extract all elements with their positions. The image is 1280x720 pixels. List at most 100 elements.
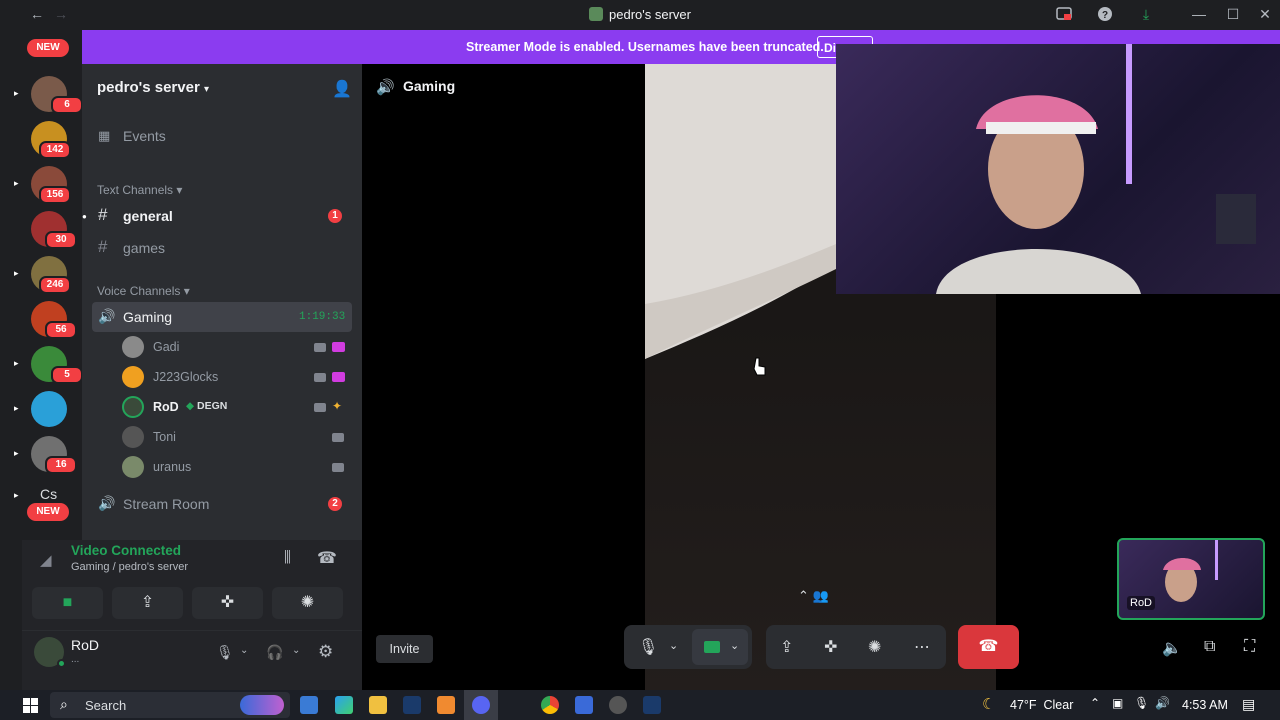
camera-icon (314, 403, 326, 412)
streamer-mode-icon[interactable] (1055, 6, 1073, 24)
channel-label: general (123, 208, 173, 224)
chevron-down-icon[interactable]: ⌄ (669, 639, 678, 652)
notifications-icon[interactable]: ▤ (1242, 696, 1255, 713)
avatar (122, 456, 144, 478)
gear-icon[interactable]: ⚙ (318, 642, 333, 662)
weather-text[interactable]: 47°F Clear (1010, 698, 1073, 712)
webcam-overlay (836, 44, 1280, 294)
server-avatar[interactable]: 30 (31, 211, 77, 249)
leave-call-button[interactable]: ☎ (958, 625, 1019, 669)
screen-share-button[interactable]: ⇪ (112, 587, 183, 619)
server-avatar[interactable] (31, 391, 67, 427)
microphone-icon[interactable]: 🎙 (638, 637, 658, 657)
activities-button[interactable]: ✜ (192, 587, 263, 619)
unread-pip-icon: ▸ (14, 403, 19, 413)
add-member-icon[interactable]: 👤 (332, 79, 352, 99)
category-text-channels[interactable]: Text Channels ▾ (97, 183, 182, 197)
tray-device-icon[interactable]: ▣ (1112, 696, 1123, 710)
audio-video-controls: 🎙 ⌄ ⌄ (624, 625, 752, 669)
self-video-tile[interactable]: RoD (1117, 538, 1265, 620)
voice-user[interactable]: J223Glocks (122, 364, 350, 392)
server-avatar[interactable]: 156 (31, 166, 71, 204)
voice-user[interactable]: uranus (122, 454, 350, 482)
server-avatar[interactable]: 246 (31, 256, 71, 294)
title-bar: ← → pedro's server ? ⤓ — ☐ ✕ (0, 0, 1280, 30)
voice-user[interactable]: Gadi (122, 334, 350, 362)
app-icon[interactable] (437, 696, 455, 714)
video-stage: 🔊 Gaming RoD ⌃ 👥 Invite 🎙 ⌄ ⌄ ⇪ ✜ ✺ ⋯ ☎ … (362, 44, 1280, 690)
edge-icon[interactable] (335, 696, 353, 714)
app-icon[interactable] (300, 696, 318, 714)
banner-text: Streamer Mode is enabled. Usernames have… (466, 40, 824, 54)
clock[interactable]: 4:53 AM (1182, 698, 1228, 712)
taskbar-search[interactable]: ⌕ Search (50, 692, 290, 718)
divider (22, 630, 362, 631)
fullscreen-icon[interactable]: ⛶ (1244, 638, 1255, 656)
minimize-icon[interactable]: — (1190, 6, 1208, 24)
pointer-cursor-icon (753, 357, 766, 376)
voice-status[interactable]: Video Connected (71, 543, 181, 558)
close-icon[interactable]: ✕ (1256, 6, 1274, 24)
server-avatar[interactable]: 142 (31, 121, 71, 159)
volume-icon[interactable]: 🔈 (1162, 638, 1182, 658)
windows-start-icon[interactable] (23, 698, 38, 713)
events-item[interactable]: ▦ Events (92, 121, 352, 151)
server-avatar[interactable]: 6 (31, 76, 83, 114)
discord-taskbar-active[interactable] (464, 690, 498, 720)
app-icon[interactable] (575, 696, 593, 714)
new-pill: NEW (27, 39, 69, 57)
maximize-icon[interactable]: ☐ (1224, 6, 1242, 24)
channel-general[interactable]: # general 1 (92, 201, 352, 231)
voice-user[interactable]: Toni (122, 424, 350, 452)
soundboard-button[interactable]: ✺ (272, 587, 343, 619)
camera-icon (314, 343, 326, 352)
tray-chevron-icon[interactable]: ⌃ (1090, 696, 1100, 710)
online-status-icon (57, 659, 66, 668)
camera-toggle[interactable]: ⌄ (692, 629, 748, 665)
chevron-down-icon[interactable]: ⌄ (240, 645, 248, 656)
chevron-down-icon[interactable]: ⌄ (730, 639, 739, 652)
voice-channel-stream-room[interactable]: 🔊 Stream Room 2 (92, 489, 352, 519)
voice-user[interactable]: RoD ◆ DEGN ✦ (122, 394, 350, 422)
category-voice-channels[interactable]: Voice Channels ▾ (97, 284, 190, 298)
server-avatar[interactable]: 56 (31, 301, 77, 339)
soundboard-icon[interactable]: ✺ (868, 637, 881, 657)
steam-icon[interactable] (403, 696, 421, 714)
server-avatar[interactable]: 5 (31, 346, 83, 384)
voice-location[interactable]: Gaming / pedro's server (71, 561, 188, 573)
volume-icon[interactable]: 🔊 (1155, 696, 1170, 710)
microphone-icon[interactable]: 🎙 (1134, 696, 1149, 710)
avatar (122, 396, 144, 418)
channel-games[interactable]: # games (92, 233, 352, 263)
server-avatar[interactable]: 16 (31, 436, 77, 474)
file-explorer-icon[interactable] (369, 696, 387, 714)
windows-taskbar: ⌕ Search ☾ 47°F Clear ⌃ ▣ 🎙 🔊 4:53 AM ▤ (0, 690, 1280, 720)
activities-icon[interactable]: ✜ (824, 637, 837, 657)
search-highlight-icon (240, 695, 284, 715)
mention-badge: 2 (328, 497, 342, 511)
steam-icon[interactable] (643, 696, 661, 714)
chevron-down-icon[interactable]: ⌄ (292, 645, 300, 656)
noise-suppression-icon[interactable]: ⫼ (284, 549, 291, 566)
headphones-icon[interactable]: 🎧 (266, 644, 283, 661)
expand-participants-icon[interactable]: ⌃ 👥 (798, 588, 829, 604)
streaming-icon (332, 342, 345, 352)
disconnect-icon[interactable]: ☎ (317, 548, 337, 568)
camera-button[interactable]: ■ (32, 587, 103, 619)
voice-channel-gaming[interactable]: 🔊 Gaming 1:19:33 (92, 302, 352, 332)
unread-pip-icon: ▸ (14, 448, 19, 458)
screen-share-icon[interactable]: ⇪ (780, 637, 793, 657)
pop-out-icon[interactable]: ⧉ (1204, 638, 1215, 656)
help-icon[interactable]: ? (1096, 6, 1114, 24)
app-icon[interactable] (609, 696, 627, 714)
user-name[interactable]: RoD (71, 637, 99, 653)
invite-button[interactable]: Invite (376, 635, 433, 663)
server-name[interactable]: pedro's server ▾ (97, 79, 209, 96)
chrome-icon[interactable] (541, 696, 559, 714)
speaker-icon: 🔊 (98, 495, 116, 511)
more-icon[interactable]: ⋯ (914, 637, 930, 657)
search-placeholder: Search (85, 698, 127, 713)
download-icon[interactable]: ⤓ (1137, 6, 1155, 24)
microphone-icon[interactable]: 🎙 (216, 644, 234, 661)
server-initials[interactable]: Cs (40, 486, 57, 502)
